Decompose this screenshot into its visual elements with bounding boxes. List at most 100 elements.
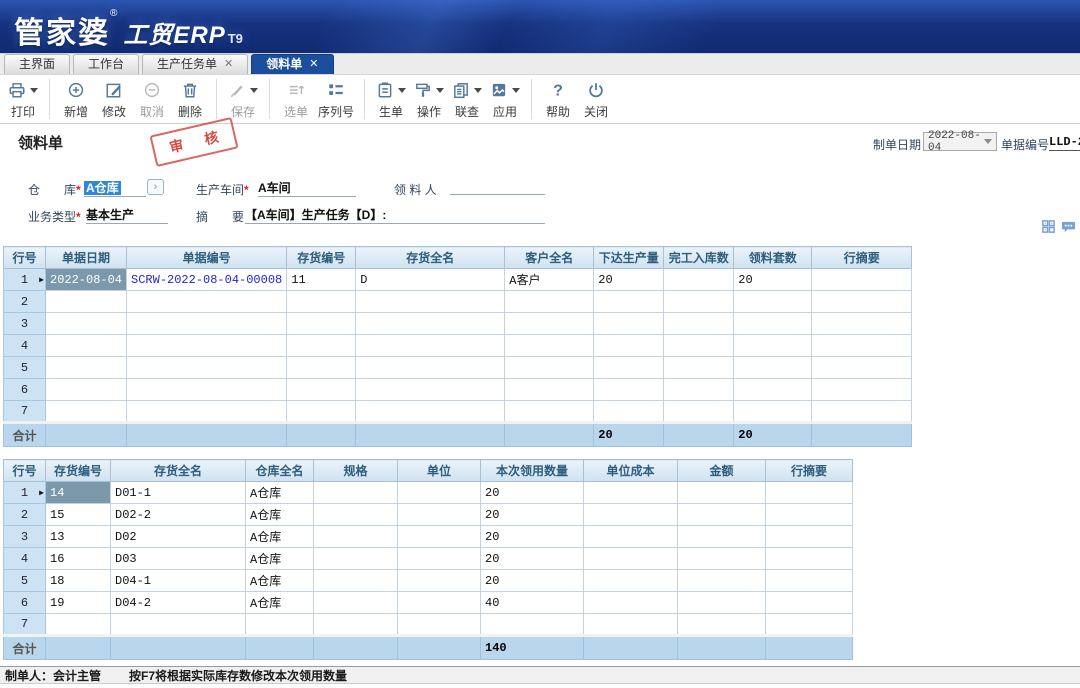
tab-workbench[interactable]: 工作台 <box>73 54 139 74</box>
cell[interactable] <box>812 401 912 423</box>
cell[interactable] <box>398 504 481 526</box>
cell[interactable]: A客户 <box>505 269 594 291</box>
cell[interactable] <box>287 335 356 357</box>
cell[interactable] <box>594 357 664 379</box>
cell[interactable] <box>766 570 853 592</box>
close-tab-icon[interactable]: ✕ <box>224 55 233 74</box>
cell[interactable] <box>734 291 812 313</box>
tab-main[interactable]: 主界面 <box>4 54 70 74</box>
cell[interactable]: 14 <box>46 482 111 504</box>
cell[interactable] <box>734 379 812 401</box>
cell[interactable] <box>314 548 398 570</box>
cell[interactable]: 16 <box>46 548 111 570</box>
cell[interactable] <box>46 614 111 636</box>
summary-field[interactable]: 【A车间】生产任务【D】: <box>245 206 545 224</box>
cell[interactable]: D03 <box>111 548 246 570</box>
cell[interactable] <box>505 379 594 401</box>
cell[interactable]: 20 <box>594 269 664 291</box>
cell[interactable] <box>481 614 584 636</box>
link-query-button[interactable]: 联查 <box>448 77 486 122</box>
cell[interactable]: 13 <box>46 526 111 548</box>
cell[interactable]: 20 <box>481 526 584 548</box>
cell[interactable] <box>398 614 481 636</box>
cell[interactable] <box>766 526 853 548</box>
cell[interactable] <box>46 335 127 357</box>
cell[interactable] <box>127 313 287 335</box>
help-button[interactable]: ?帮助 <box>539 77 577 122</box>
cell[interactable] <box>766 482 853 504</box>
cell[interactable] <box>398 526 481 548</box>
cell[interactable] <box>584 504 678 526</box>
print-button[interactable]: 打印 <box>4 77 42 122</box>
row-number-cell[interactable]: 4 <box>4 548 46 570</box>
cell[interactable] <box>584 592 678 614</box>
cell[interactable] <box>505 291 594 313</box>
cell[interactable] <box>812 357 912 379</box>
cell[interactable]: A仓库 <box>246 548 314 570</box>
cell[interactable] <box>287 357 356 379</box>
cell[interactable]: A仓库 <box>246 592 314 614</box>
cell[interactable] <box>812 269 912 291</box>
cell[interactable] <box>314 592 398 614</box>
cell[interactable]: 20 <box>481 482 584 504</box>
cell[interactable] <box>594 291 664 313</box>
delete-button[interactable]: 删除 <box>171 77 209 122</box>
cell[interactable] <box>356 335 505 357</box>
row-number-cell[interactable]: 4 <box>4 335 46 357</box>
chevron-down-icon[interactable] <box>250 88 258 97</box>
cell[interactable] <box>314 482 398 504</box>
cell[interactable] <box>766 614 853 636</box>
cell[interactable] <box>734 335 812 357</box>
cell[interactable] <box>287 313 356 335</box>
picker-field[interactable] <box>450 179 545 195</box>
row-number-cell[interactable]: 7 <box>4 401 46 423</box>
cell[interactable] <box>812 335 912 357</box>
cell[interactable] <box>46 379 127 401</box>
cell[interactable] <box>356 291 505 313</box>
cell[interactable]: A仓库 <box>246 482 314 504</box>
cell[interactable] <box>287 401 356 423</box>
cell[interactable] <box>812 379 912 401</box>
cell[interactable] <box>734 401 812 423</box>
cell[interactable] <box>505 313 594 335</box>
close-tab-icon[interactable]: ✕ <box>309 55 318 74</box>
close-button[interactable]: 关闭 <box>577 77 615 122</box>
cell[interactable] <box>664 335 734 357</box>
cell[interactable]: 20 <box>481 504 584 526</box>
cell[interactable] <box>246 614 314 636</box>
cell[interactable] <box>127 379 287 401</box>
pick-bill-button[interactable]: 选单 <box>277 77 315 122</box>
comment-icon[interactable] <box>1061 219 1076 237</box>
cell[interactable] <box>356 357 505 379</box>
cell[interactable] <box>594 313 664 335</box>
row-number-cell[interactable]: 1▶ <box>4 269 46 291</box>
cell[interactable] <box>678 482 766 504</box>
biztype-field[interactable]: 基本生产 <box>86 206 168 224</box>
cell[interactable] <box>664 313 734 335</box>
cell[interactable]: 15 <box>46 504 111 526</box>
row-number-cell[interactable]: 6 <box>4 379 46 401</box>
cell[interactable] <box>398 482 481 504</box>
cell[interactable] <box>594 401 664 423</box>
warehouse-browse-button[interactable]: › <box>147 179 164 195</box>
warehouse-field[interactable]: A仓库 <box>84 179 146 197</box>
cell[interactable]: A仓库 <box>246 526 314 548</box>
cell[interactable] <box>505 357 594 379</box>
cell[interactable] <box>398 548 481 570</box>
cell[interactable] <box>356 379 505 401</box>
cell[interactable] <box>46 313 127 335</box>
cell[interactable] <box>678 526 766 548</box>
cell[interactable] <box>664 269 734 291</box>
cell[interactable] <box>505 335 594 357</box>
layout-grid-icon[interactable] <box>1041 219 1056 237</box>
cell[interactable] <box>314 570 398 592</box>
cell[interactable] <box>584 482 678 504</box>
cell[interactable] <box>584 570 678 592</box>
cell[interactable] <box>584 614 678 636</box>
cell[interactable] <box>594 335 664 357</box>
cell[interactable] <box>127 401 287 423</box>
cell[interactable] <box>766 504 853 526</box>
cell[interactable] <box>127 335 287 357</box>
row-number-cell[interactable]: 1▶ <box>4 482 46 504</box>
cell[interactable]: 2022-08-04 <box>46 269 127 291</box>
